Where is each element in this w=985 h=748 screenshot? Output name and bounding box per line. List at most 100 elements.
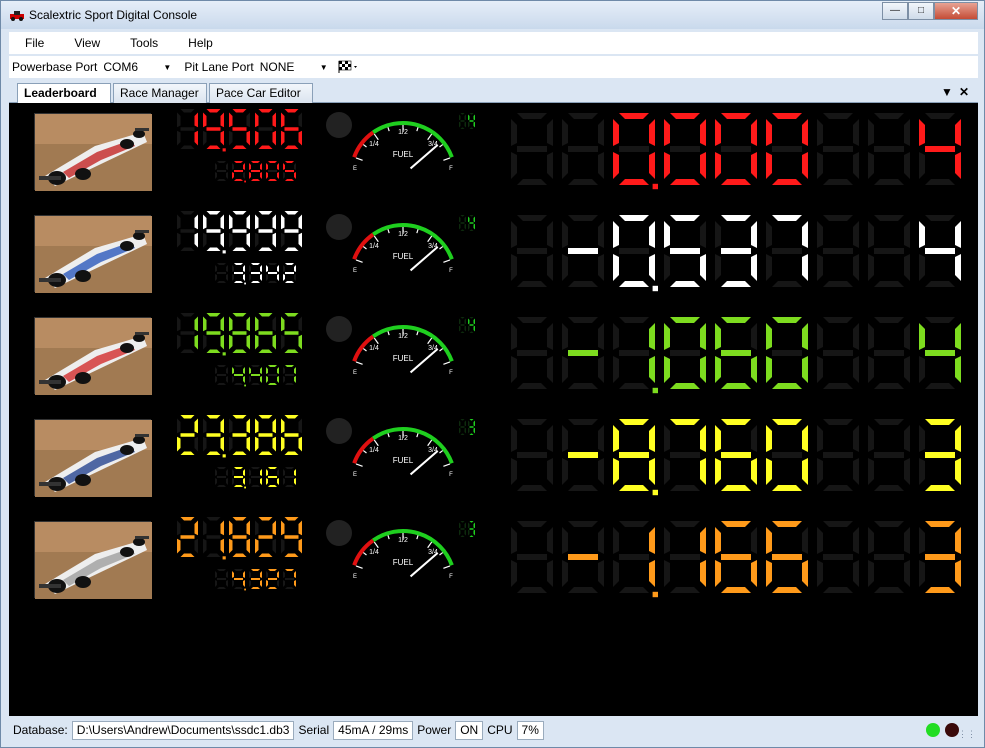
segment-c — [955, 560, 961, 587]
segment-d — [619, 179, 649, 185]
segment-c — [220, 130, 224, 146]
segment-b — [246, 112, 250, 128]
minimize-icon[interactable]: — — [882, 2, 908, 20]
fuel-gauge: 1/21/4 3/4FUELE F — [352, 427, 454, 478]
decimal-point — [652, 591, 658, 598]
segment-g — [670, 554, 700, 560]
segment-g — [217, 374, 226, 376]
resize-grip-icon[interactable]: ⋮⋮ — [958, 729, 976, 740]
tab-strip: Leaderboard Race Manager Pace Car Editor… — [9, 81, 978, 104]
segment-a — [251, 263, 260, 265]
chequered-flag-icon[interactable] — [338, 60, 360, 74]
segment-g — [670, 350, 700, 356]
gauge-label-fuel: FUEL — [393, 252, 414, 261]
segment-b — [298, 214, 302, 230]
segment-a — [234, 161, 243, 163]
segment-e — [766, 152, 772, 179]
segment-d — [234, 587, 243, 589]
pitlane-port-select[interactable]: NONE ▼ — [260, 60, 328, 74]
menu-file[interactable]: File — [9, 36, 58, 50]
maximize-icon[interactable]: □ — [908, 2, 934, 20]
segment-b — [220, 520, 224, 536]
segment-a — [772, 113, 802, 119]
segment-c — [547, 254, 553, 281]
segment-a — [823, 113, 853, 119]
segment-b — [243, 571, 245, 578]
gauge-tick — [443, 565, 451, 569]
tab-race-manager[interactable]: Race Manager — [113, 83, 207, 103]
segment-b — [260, 571, 262, 578]
segment-b — [194, 214, 198, 230]
segment-e — [203, 538, 207, 554]
segment-b — [649, 221, 655, 248]
gauge-needle — [409, 552, 439, 578]
segment-d — [251, 281, 260, 283]
segment-d — [258, 553, 273, 557]
segment-c — [277, 274, 279, 281]
segment-b — [904, 221, 910, 248]
gauge-tick — [387, 535, 390, 540]
segment-c — [260, 376, 262, 383]
segment-c — [547, 458, 553, 485]
segment-f — [281, 520, 285, 536]
menu-tools[interactable]: Tools — [114, 36, 172, 50]
segment-a — [217, 365, 226, 367]
segment-g — [619, 554, 649, 560]
segment-c — [598, 458, 604, 485]
segment-f — [511, 221, 517, 248]
segment-c — [243, 478, 245, 485]
segment-b — [700, 527, 706, 554]
segment-e — [664, 458, 670, 485]
powerbase-port-select[interactable]: COM6 ▼ — [103, 60, 171, 74]
segment-e — [766, 560, 772, 587]
segment-d — [180, 145, 195, 149]
segment-g — [234, 170, 243, 172]
tab-leaderboard[interactable]: Leaderboard — [17, 83, 111, 104]
tab-close-icon[interactable]: ✕ — [959, 85, 969, 99]
segment-e — [919, 560, 925, 587]
segment-a — [268, 161, 277, 163]
segment-d — [721, 281, 751, 287]
lap-count-mini-digits — [459, 419, 475, 435]
serial-label: Serial — [298, 723, 330, 737]
menu-view[interactable]: View — [58, 36, 114, 50]
segment-c — [904, 560, 910, 587]
segment-a — [285, 467, 294, 469]
segment-g — [460, 426, 465, 428]
segment-b — [473, 522, 475, 529]
segment-d — [925, 587, 955, 593]
segment-b — [226, 469, 228, 476]
gauge-label-empty: E — [353, 472, 357, 478]
gauge-label-full: F — [449, 268, 453, 274]
gauge-tick — [362, 450, 367, 454]
segment-g — [721, 452, 751, 458]
title-bar[interactable]: Scalextric Sport Digital Console — □ ✕ — [1, 1, 984, 29]
segment-c — [246, 130, 250, 146]
gauge-tick — [443, 361, 451, 365]
segment-c — [904, 152, 910, 179]
segment-f — [613, 527, 619, 554]
tab-list-chevron-down-icon[interactable]: ▼ — [941, 85, 953, 99]
segment-a — [268, 467, 277, 469]
lap-time-display — [175, 515, 306, 566]
close-icon[interactable]: ✕ — [934, 2, 978, 20]
segment-g — [180, 433, 195, 437]
segment-b — [853, 221, 859, 248]
segment-g — [232, 127, 247, 131]
best-time-display — [213, 261, 300, 292]
segment-a — [180, 211, 195, 215]
gauge-label-fuel: FUEL — [393, 456, 414, 465]
segment-c — [194, 232, 198, 248]
car-photo-frame — [34, 521, 152, 599]
segment-g — [469, 528, 474, 530]
segment-b — [272, 520, 276, 536]
segment-g — [180, 229, 195, 233]
segment-c — [547, 560, 553, 587]
segment-a — [772, 215, 802, 221]
tab-pace-car-editor[interactable]: Pace Car Editor — [209, 83, 313, 103]
segment-d — [670, 281, 700, 287]
segment-a — [180, 313, 195, 317]
segment-b — [802, 119, 808, 146]
lap-time-digits — [177, 517, 302, 560]
menu-help[interactable]: Help — [172, 36, 227, 50]
